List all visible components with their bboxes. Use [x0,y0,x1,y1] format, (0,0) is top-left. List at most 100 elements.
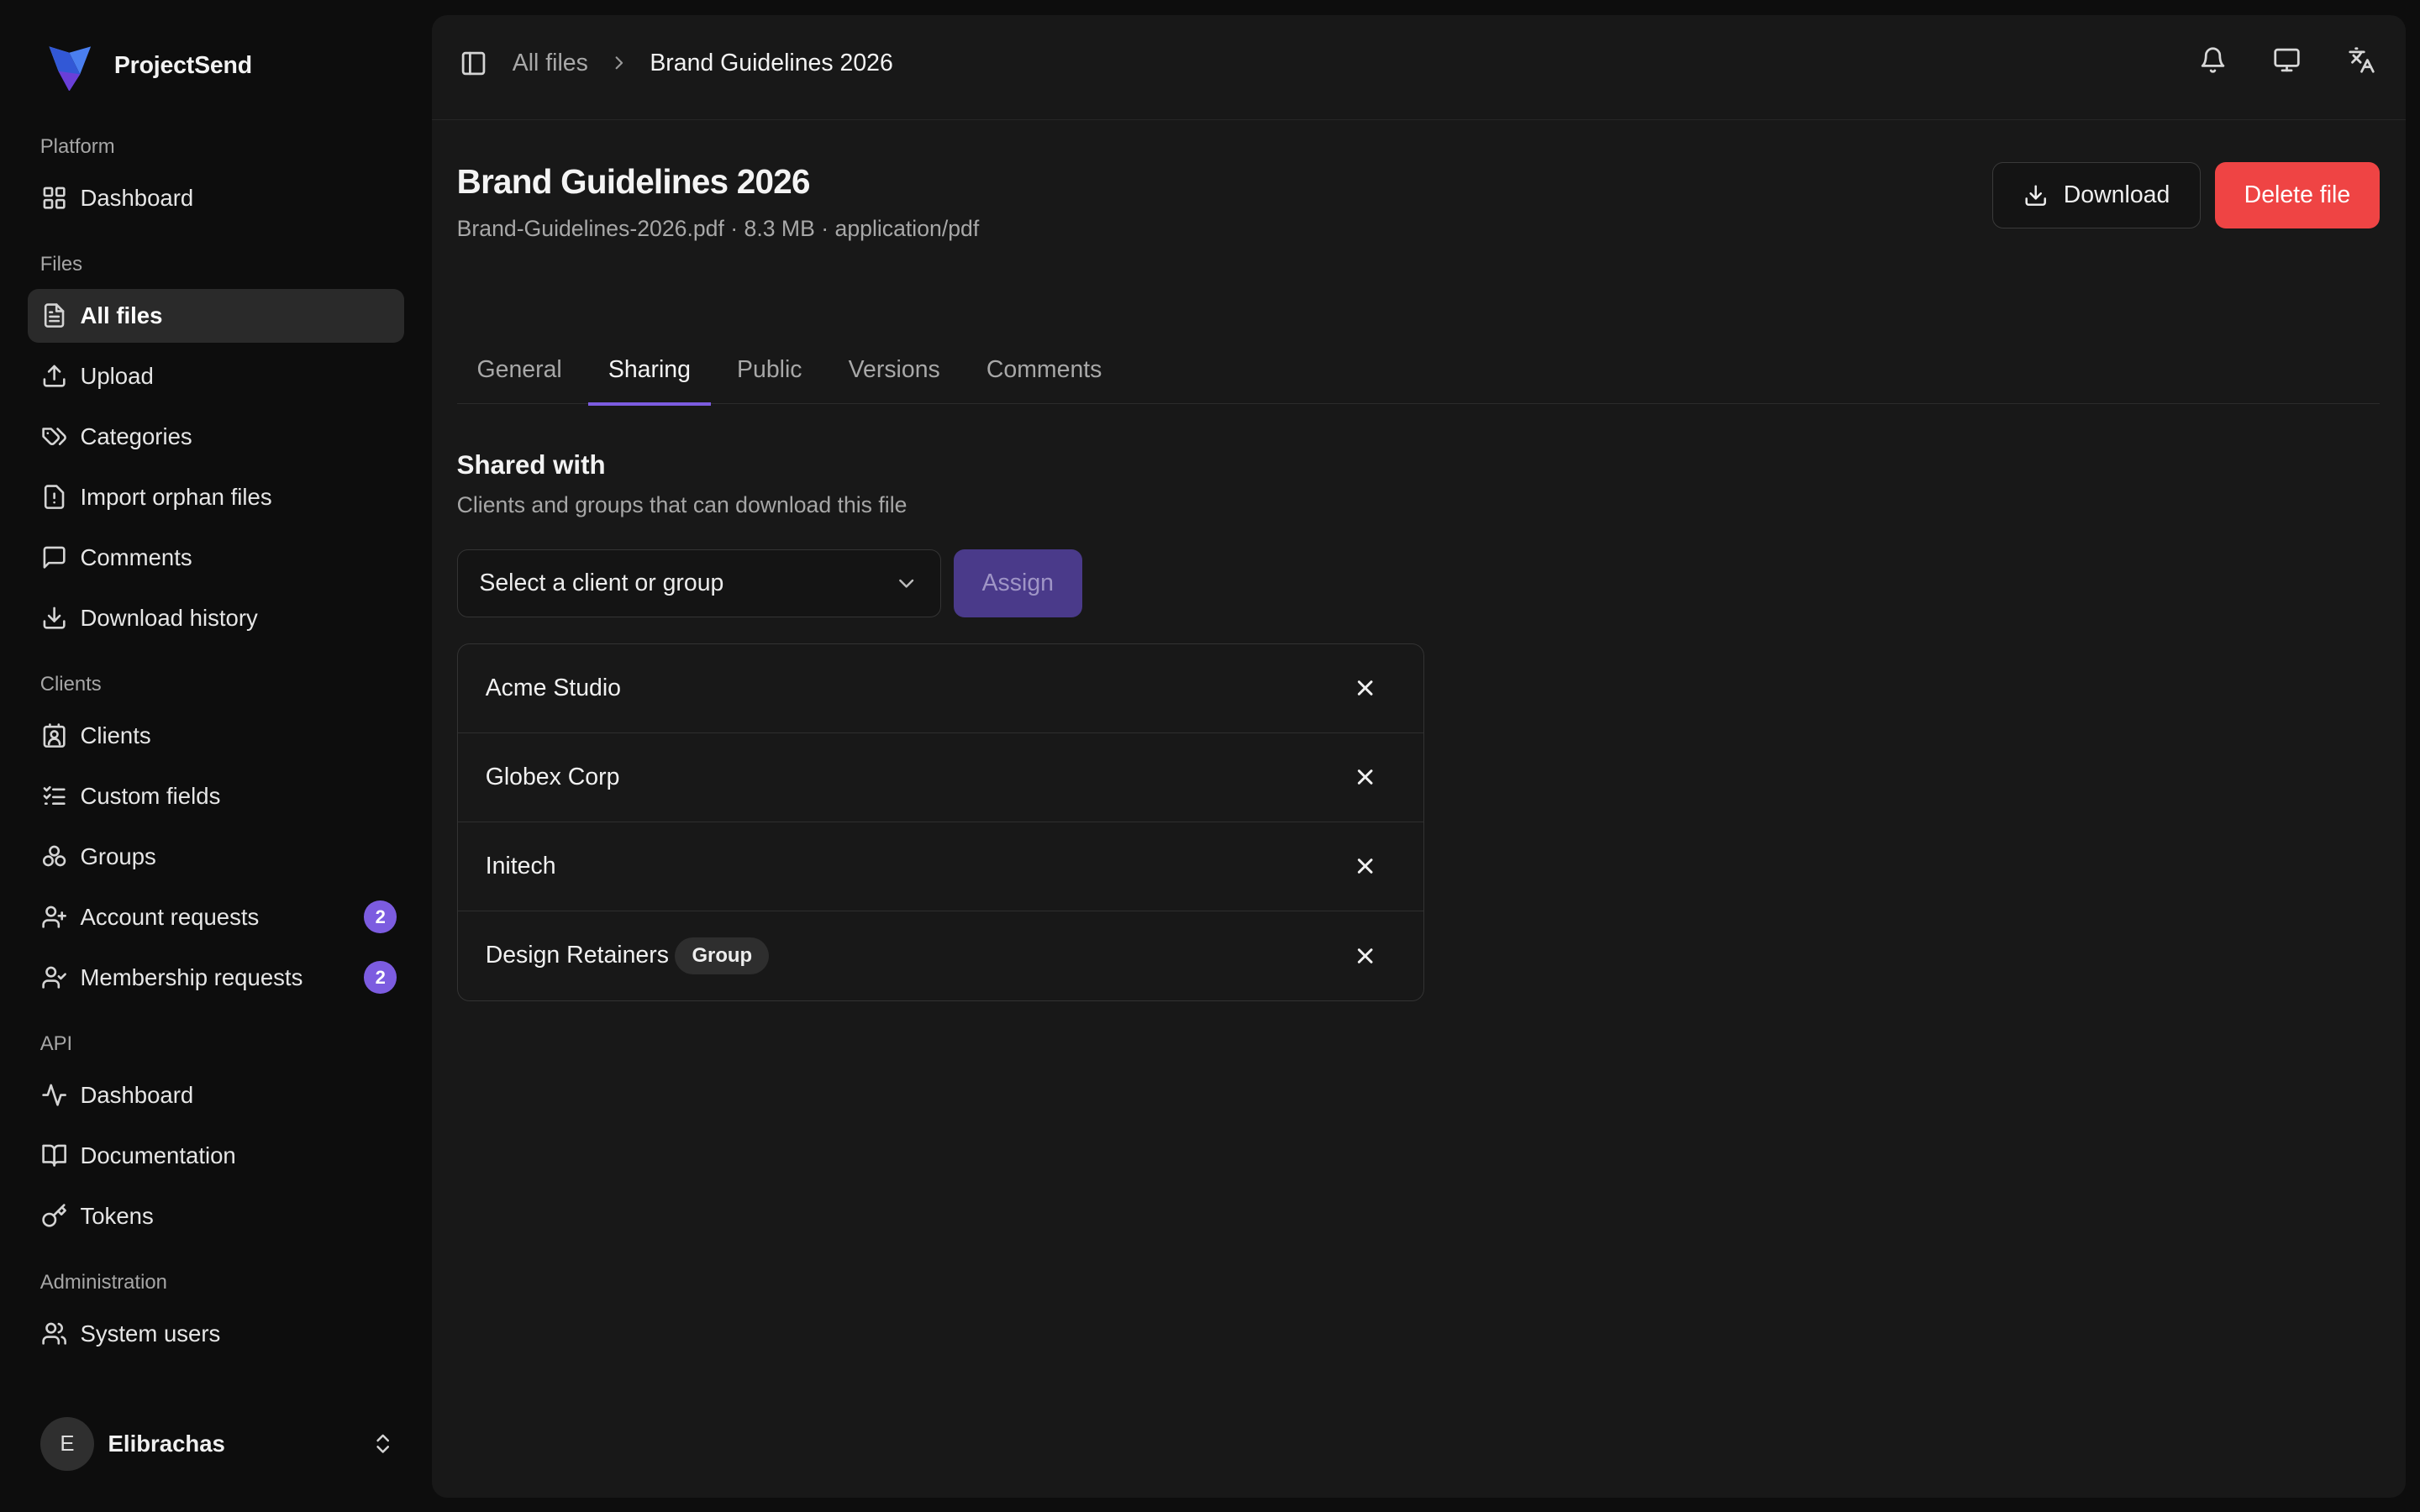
sidebar-nav: Platform Dashboard Files All files Upload Cat… [28,123,405,1377]
main-panel: All files Brand Guidelines 2026 Brand Gu… [432,15,2407,1499]
sidebar-item-api-tokens[interactable]: Tokens [28,1189,404,1243]
sidebar-item-clients-groups[interactable]: Groups [28,830,404,884]
shared-entry-row: Globex Corp [457,733,1424,822]
user-check-icon [40,963,68,991]
section-label-clients: Clients [39,672,102,696]
sidebar-item-label: Account requests [80,903,260,930]
breadcrumb-current: Brand Guidelines 2026 [650,49,893,76]
tab-public[interactable]: Public [717,339,822,404]
sidebar-item-label: Dashboard [80,185,194,211]
sidebar-item-files-categories[interactable]: Categories [28,410,404,464]
grid-icon [40,184,68,212]
sidebar-item-files-import-orphan-files[interactable]: Import orphan files [28,470,404,524]
section-label-platform: Platform [39,134,115,158]
download-icon [2023,183,2048,207]
file-alert-icon [40,483,68,511]
shared-entry-row: Acme Studio [457,644,1424,733]
sidebar-item-platform-dashboard[interactable]: Dashboard [28,171,404,225]
sidebar-item-label: Documentation [80,1142,236,1168]
shared-entry-name: Design Retainers [485,942,669,969]
message-square-icon [40,543,68,571]
user-plus-icon [40,903,68,931]
user-name: Elibrachas [108,1431,225,1457]
tags-icon [40,423,68,450]
client-group-select[interactable]: Select a client or group [456,549,942,617]
brand-name: ProjectSend [113,51,252,79]
sidebar-item-label: Download history [80,604,258,631]
topbar-actions [2199,46,2375,74]
chevron-right-icon [608,52,630,74]
sidebar-item-label: Upload [80,362,154,389]
key-icon [40,1202,68,1230]
contact-icon [40,722,68,749]
sidebar-toggle-icon[interactable] [460,50,487,77]
delete-file-button[interactable]: Delete file [2214,161,2381,228]
file-actions: Download Delete file [1992,161,2381,228]
sidebar-item-label: System users [80,1320,221,1347]
remove-icon[interactable] [1353,854,1377,879]
file-meta: Brand-Guidelines-2026.pdf · 8.3 MB · app… [456,216,980,242]
sidebar-item-files-all-files[interactable]: All files [28,288,405,344]
sidebar-item-label: Custom fields [80,782,221,809]
shared-entry-name: Acme Studio [485,674,622,701]
file-text-icon [40,302,68,329]
section-label-administration: Administration [39,1270,167,1294]
file-tabs: General Sharing Public Versions Comments [456,339,2381,407]
sidebar-item-files-upload[interactable]: Upload [28,349,404,403]
book-open-icon [40,1142,68,1169]
brand[interactable]: ProjectSend [45,40,252,92]
breadcrumb-parent[interactable]: All files [513,50,588,77]
chevrons-up-down-icon [371,1431,395,1456]
section-description: Clients and groups that can download thi… [456,491,908,517]
sidebar-item-clients-custom-fields[interactable]: Custom fields [28,769,404,823]
shared-entry-name: Initech [485,852,556,879]
shared-entry-row: Initech [457,822,1424,911]
sidebar-item-api-documentation[interactable]: Documentation [28,1129,404,1183]
users-circles-icon [40,843,68,870]
users-icon [40,1320,68,1347]
user-menu[interactable]: E Elibrachas [39,1416,395,1472]
remove-icon[interactable] [1353,676,1377,701]
count-badge: 2 [364,900,397,934]
sidebar-item-files-download-history[interactable]: Download history [28,591,404,645]
sidebar-item-label: Groups [80,843,156,869]
activity-icon [40,1081,68,1109]
languages-icon[interactable] [2348,46,2375,74]
chevron-down-icon [894,571,918,596]
sidebar-item-files-comments[interactable]: Comments [28,531,404,585]
sidebar-item-clients-clients[interactable]: Clients [28,709,404,763]
tab-comments[interactable]: Comments [966,339,1122,404]
sidebar-item-api-dashboard[interactable]: Dashboard [28,1068,404,1122]
group-badge: Group [675,937,770,974]
tab-versions[interactable]: Versions [829,339,960,404]
sidebar-item-clients-membership-requests[interactable]: Membership requests 2 [28,951,404,1005]
sidebar-item-label: Comments [80,543,192,570]
sidebar-item-label: Categories [80,423,192,449]
section-label-files: Files [39,252,83,276]
sidebar-item-label: Import orphan files [80,483,272,510]
assign-button[interactable]: Assign [954,549,1082,617]
download-label: Download [2063,181,2170,208]
bell-icon[interactable] [2199,46,2227,74]
sidebar-item-label: Tokens [80,1202,154,1229]
remove-icon[interactable] [1353,943,1377,968]
tab-general[interactable]: General [457,339,582,404]
remove-icon[interactable] [1353,765,1377,790]
select-placeholder: Select a client or group [479,569,724,596]
sidebar: ProjectSend Platform Dashboard Files All fi… [0,0,430,1512]
sidebar-item-label: Membership requests [80,963,303,990]
list-checks-icon [40,782,68,810]
projectsend-logo-icon [45,40,92,92]
monitor-icon[interactable] [2273,46,2301,74]
shared-with-list: Acme Studio Globex Corp Initech Design Reta… [456,643,1425,1001]
sidebar-item-label: Clients [80,722,151,748]
sidebar-item-administration-system-users[interactable]: System users [28,1306,404,1360]
download-button[interactable]: Download [1992,161,2202,228]
tab-sharing[interactable]: Sharing [587,339,712,407]
sidebar-item-clients-account-requests[interactable]: Account requests 2 [28,890,404,944]
upload-icon [40,362,68,390]
sidebar-item-label: All files [80,302,163,328]
page-title: Brand Guidelines 2026 [456,161,811,201]
section-label-api: API [39,1032,73,1055]
avatar: E [39,1416,95,1472]
